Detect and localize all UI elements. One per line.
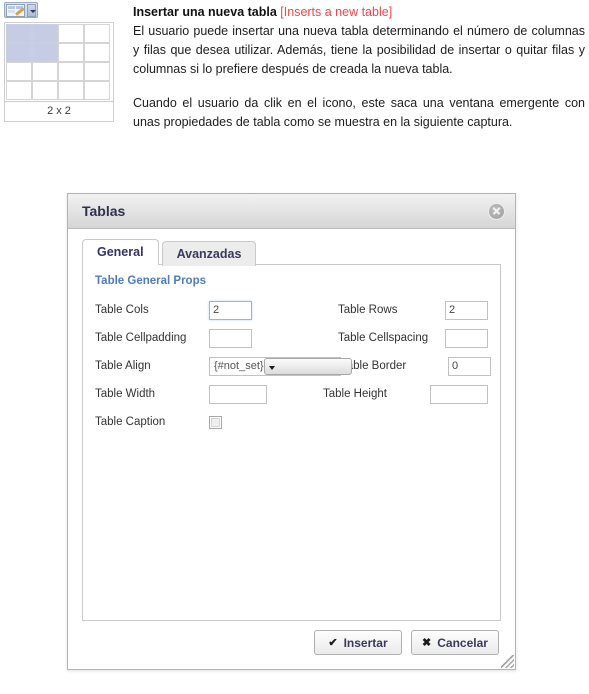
picker-cell[interactable]: [6, 81, 32, 100]
insert-table-icon: [6, 3, 25, 17]
tables-dialog: Tablas General Avanzadas Table General P…: [67, 193, 516, 670]
field-table-width: Table Width: [95, 384, 323, 404]
picker-cell[interactable]: [32, 43, 58, 62]
picker-cell[interactable]: [6, 43, 32, 62]
form-row-align-border: Table Align {#not_set} Table Border: [95, 352, 491, 380]
label-table-cellpadding: Table Cellpadding: [95, 332, 187, 344]
doc-heading: Insertar una nueva tabla [Inserts a new …: [133, 4, 585, 21]
label-table-cols: Table Cols: [95, 304, 149, 316]
picker-grid[interactable]: [4, 22, 114, 102]
input-table-rows[interactable]: [445, 300, 488, 320]
insert-table-toolbar-button[interactable]: [4, 2, 38, 18]
dialog-footer: ✔ Insertar ✖ Cancelar: [82, 621, 501, 657]
field-table-caption: Table Caption: [95, 415, 342, 429]
chevron-down-icon[interactable]: [263, 357, 352, 375]
checkbox-table-caption[interactable]: [209, 415, 222, 429]
form-row-caption: Table Caption: [95, 408, 488, 436]
picker-row: [6, 81, 112, 100]
dialog-body: General Avanzadas Table General Props Ta…: [68, 229, 515, 669]
input-table-height[interactable]: [430, 384, 488, 404]
doc-heading-en: [Inserts a new table]: [280, 5, 393, 19]
dialog-title: Tablas: [82, 203, 126, 219]
picker-size-label: 2 x 2: [4, 102, 114, 122]
picker-cell[interactable]: [32, 81, 58, 100]
picker-cell[interactable]: [84, 81, 110, 100]
dialog-tabs: General Avanzadas: [82, 239, 501, 266]
picker-cell[interactable]: [58, 24, 84, 43]
picker-row: [6, 43, 112, 62]
field-table-cellspacing: Table Cellspacing: [338, 328, 488, 348]
doc-paragraph-2: Cuando el usuario da clik en el icono, e…: [133, 96, 585, 129]
panel-heading: Table General Props: [95, 275, 206, 287]
cancel-button[interactable]: ✖ Cancelar: [411, 630, 499, 655]
picker-row: [6, 62, 112, 81]
picker-cell[interactable]: [84, 24, 110, 43]
input-table-cellpadding[interactable]: [209, 328, 252, 348]
form-row-width-height: Table Width Table Height: [95, 380, 488, 408]
form-row-cols-rows: Table Cols Table Rows: [95, 296, 488, 324]
label-table-rows: Table Rows: [338, 304, 398, 316]
label-table-cellspacing: Table Cellspacing: [338, 332, 429, 344]
documentation-text: Insertar una nueva tabla [Inserts a new …: [133, 4, 585, 147]
field-table-cellpadding: Table Cellpadding: [95, 328, 338, 348]
insert-button[interactable]: ✔ Insertar: [314, 630, 402, 655]
field-table-align: Table Align {#not_set}: [95, 356, 352, 376]
field-table-cols: Table Cols: [95, 300, 338, 320]
table-size-picker[interactable]: 2 x 2: [4, 22, 114, 122]
select-table-align-value: {#not_set}: [214, 360, 264, 372]
field-table-height: Table Height: [323, 384, 488, 404]
label-table-caption: Table Caption: [95, 416, 166, 428]
field-table-border: Table Border: [341, 356, 491, 376]
close-icon[interactable]: [488, 202, 505, 220]
select-table-align[interactable]: {#not_set}: [209, 356, 352, 376]
doc-heading-es: Insertar una nueva tabla: [133, 5, 277, 19]
check-icon: ✔: [328, 637, 338, 649]
label-table-border: Table Border: [341, 360, 407, 372]
picker-cell[interactable]: [84, 62, 110, 81]
cross-icon: ✖: [422, 637, 432, 649]
label-table-height: Table Height: [323, 388, 387, 400]
dropdown-arrow-icon[interactable]: [26, 3, 36, 17]
tab-general[interactable]: General: [82, 239, 159, 265]
picker-cell[interactable]: [32, 62, 58, 81]
cancel-button-label: Cancelar: [437, 635, 488, 650]
tab-avanzadas[interactable]: Avanzadas: [161, 241, 257, 266]
picker-cell[interactable]: [84, 43, 110, 62]
input-table-cellspacing[interactable]: [445, 328, 488, 348]
resize-grip-icon[interactable]: [501, 655, 514, 668]
label-table-align: Table Align: [95, 360, 151, 372]
field-table-rows: Table Rows: [338, 300, 488, 320]
input-table-width[interactable]: [209, 384, 267, 404]
picker-cell[interactable]: [58, 62, 84, 81]
dialog-titlebar[interactable]: Tablas: [68, 194, 515, 229]
form-row-cellpadding-cellspacing: Table Cellpadding Table Cellspacing: [95, 324, 488, 352]
input-table-cols[interactable]: [209, 300, 252, 320]
insert-button-label: Insertar: [343, 635, 388, 650]
general-tab-panel: Table General Props Table Cols Table Row…: [82, 264, 501, 621]
picker-cell[interactable]: [58, 81, 84, 100]
doc-paragraph-1: El usuario puede insertar una nueva tabl…: [133, 24, 585, 76]
input-table-border[interactable]: [448, 356, 491, 376]
picker-cell[interactable]: [58, 43, 84, 62]
label-table-width: Table Width: [95, 388, 156, 400]
picker-cell[interactable]: [6, 24, 32, 43]
picker-row: [6, 24, 112, 43]
picker-cell[interactable]: [6, 62, 32, 81]
picker-cell[interactable]: [32, 24, 58, 43]
